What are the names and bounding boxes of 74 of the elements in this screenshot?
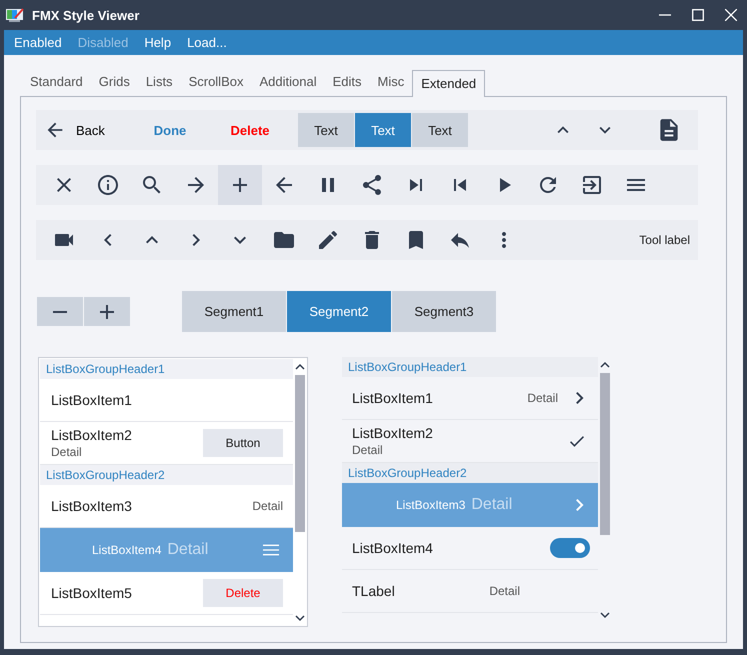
item-title: ListBoxItem1: [51, 392, 132, 408]
menu-item[interactable]: Load...: [187, 35, 227, 50]
share-icon: [360, 173, 384, 197]
menu-icon[interactable]: [263, 544, 279, 556]
list-item[interactable]: ListBoxItem1 Detail: [342, 377, 598, 420]
tab[interactable]: Misc: [370, 73, 412, 95]
tab[interactable]: Extended: [412, 70, 486, 97]
exit-icon: [580, 173, 604, 197]
info-icon: [96, 173, 120, 197]
scroll-down-icon[interactable]: [295, 614, 305, 622]
chevron-right-icon: [576, 392, 584, 404]
tab[interactable]: ScrollBox: [180, 73, 252, 95]
item-detail: Detail: [471, 496, 512, 514]
item-title: ListBoxItem1: [352, 390, 433, 406]
tab[interactable]: Additional: [251, 73, 325, 95]
group-header: ListBoxGroupHeader2: [40, 465, 293, 485]
item-detail: Detail: [252, 499, 283, 513]
pencil-icon[interactable]: [316, 228, 340, 252]
check-icon[interactable]: [570, 436, 584, 446]
item-detail: Detail: [489, 584, 520, 598]
list-item[interactable]: ListBoxItem2 Detail Button: [40, 422, 293, 465]
minus-icon: [52, 310, 68, 312]
scrollbar-thumb[interactable]: [295, 375, 305, 532]
item-detail: Detail: [527, 391, 558, 405]
item-title: ListBoxItem3: [51, 498, 132, 514]
done-button[interactable]: Done: [130, 110, 210, 150]
segment-button[interactable]: Text: [412, 113, 468, 147]
chevron-right-icon: [576, 499, 584, 511]
group-header: ListBoxGroupHeader1: [342, 357, 598, 377]
delete-button[interactable]: Delete: [210, 110, 290, 150]
item-title: ListBoxItem4: [352, 540, 433, 556]
item-title: ListBoxItem5: [51, 585, 132, 601]
scroll-up-icon[interactable]: [600, 361, 610, 369]
list-item[interactable]: TLabel Detail: [342, 570, 598, 613]
tool-button[interactable]: [218, 165, 262, 205]
list-item[interactable]: ListBoxItem5 Delete: [40, 572, 293, 615]
segment-button[interactable]: Text: [298, 113, 354, 147]
group-header: ListBoxGroupHeader1: [40, 359, 293, 379]
toggle-switch[interactable]: [550, 538, 590, 558]
item-title: ListBoxItem3: [396, 498, 466, 512]
app-icon: [6, 8, 24, 22]
item-detail: Detail: [51, 445, 83, 459]
tab[interactable]: Edits: [324, 73, 370, 95]
list-item[interactable]: ListBoxItem1: [40, 379, 293, 422]
item-title: ListBoxItem2: [51, 427, 132, 443]
segment-button[interactable]: Segment1: [182, 291, 286, 332]
item-title: ListBoxItem2: [352, 425, 433, 441]
maximize-icon[interactable]: [692, 9, 704, 21]
minus-button[interactable]: [37, 297, 83, 326]
plus-icon: [99, 304, 115, 320]
menu-item[interactable]: Enabled: [14, 35, 62, 50]
back-label: Back: [76, 122, 105, 138]
segment-button[interactable]: Text: [355, 113, 411, 147]
item-title: TLabel: [352, 583, 395, 599]
tool-label: Tool label: [639, 233, 690, 247]
tab[interactable]: Grids: [90, 73, 138, 95]
tab[interactable]: Lists: [138, 73, 181, 95]
item-button[interactable]: Button: [203, 429, 283, 457]
back-button[interactable]: Back: [44, 110, 130, 150]
item-detail: Detail: [352, 443, 384, 457]
item-title: ListBoxItem4: [92, 543, 162, 557]
scroll-up-icon[interactable]: [295, 363, 305, 371]
plus-button[interactable]: [84, 297, 130, 326]
segment-button[interactable]: Segment2: [287, 291, 391, 332]
segment-button[interactable]: Segment3: [392, 291, 496, 332]
tab[interactable]: Standard: [22, 73, 91, 95]
scroll-down-icon[interactable]: [600, 611, 610, 619]
scrollbar-thumb[interactable]: [600, 373, 610, 535]
window-title: FMX Style Viewer: [32, 8, 140, 22]
menu-item[interactable]: Help: [144, 35, 172, 50]
list-item[interactable]: ListBoxItem4: [342, 527, 598, 570]
group-header: ListBoxGroupHeader2: [342, 463, 598, 483]
close-icon[interactable]: [725, 9, 737, 21]
item-detail: Detail: [167, 541, 208, 559]
